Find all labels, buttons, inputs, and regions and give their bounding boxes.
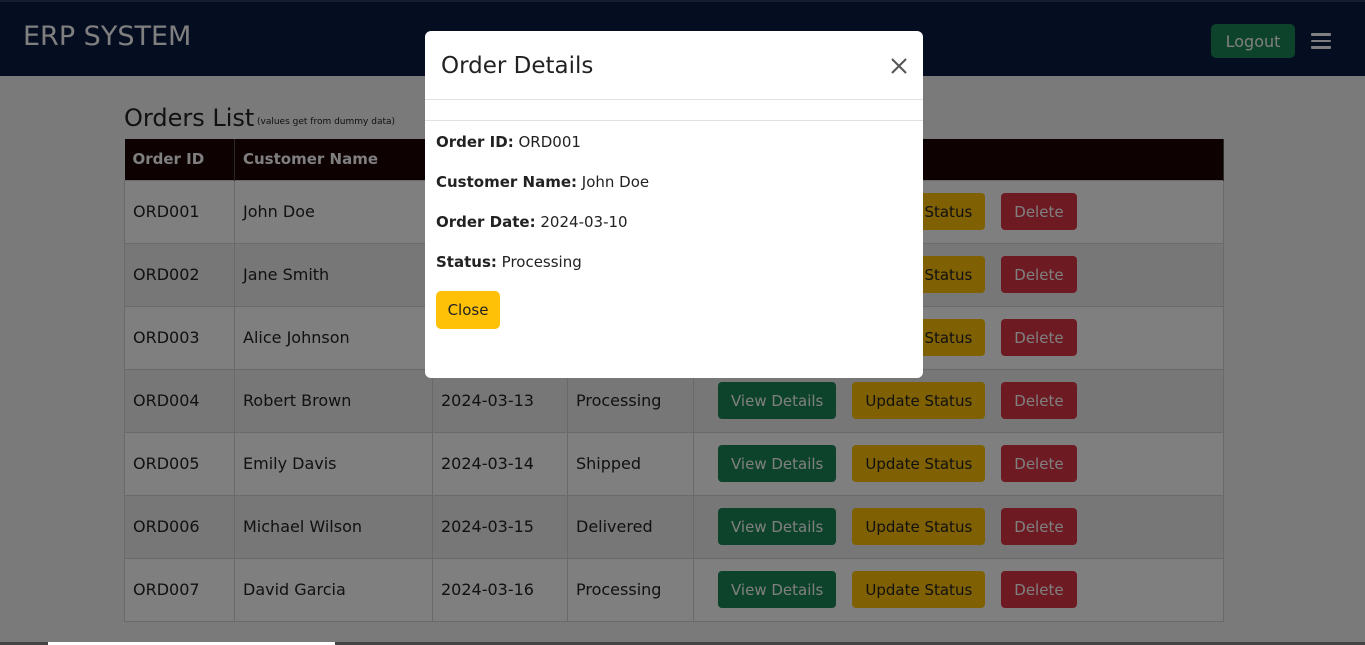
field-value: John Doe xyxy=(581,173,650,191)
field-label: Status: xyxy=(436,253,497,271)
field-label: Order ID: xyxy=(436,133,514,151)
order-details-modal: Order Details Order ID: ORD001 Customer … xyxy=(425,31,923,378)
modal-header: Order Details xyxy=(425,31,923,100)
close-button[interactable]: Close xyxy=(436,291,500,329)
modal-divider xyxy=(425,120,923,121)
field-value: ORD001 xyxy=(518,133,581,151)
order-date-field: Order Date: 2024-03-10 xyxy=(436,213,649,231)
field-label: Order Date: xyxy=(436,213,536,231)
order-id-field: Order ID: ORD001 xyxy=(436,133,649,151)
modal-title: Order Details xyxy=(441,53,594,79)
field-label: Customer Name: xyxy=(436,173,577,191)
status-field: Status: Processing xyxy=(436,253,649,271)
field-value: Processing xyxy=(501,253,582,271)
customer-name-field: Customer Name: John Doe xyxy=(436,173,649,191)
close-icon[interactable] xyxy=(890,57,908,75)
modal-body: Order ID: ORD001 Customer Name: John Doe… xyxy=(436,133,649,293)
field-value: 2024-03-10 xyxy=(540,213,628,231)
